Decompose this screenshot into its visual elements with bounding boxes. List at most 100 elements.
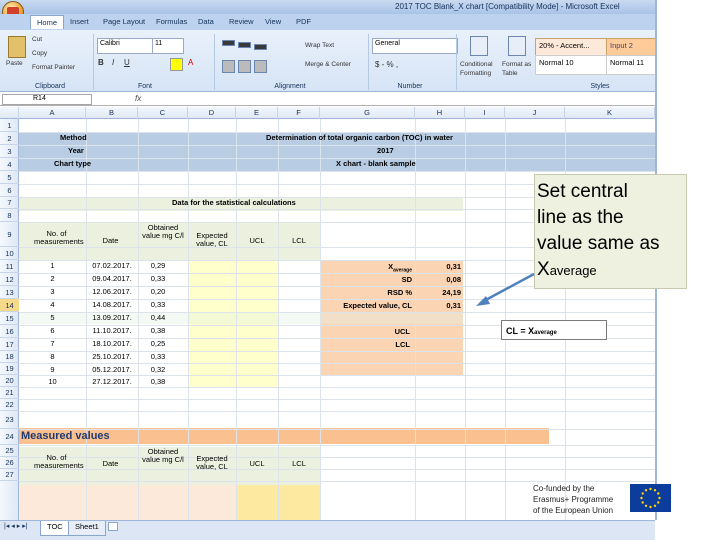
bold-icon[interactable]: B <box>98 58 104 67</box>
row-header[interactable]: 6 <box>0 184 19 197</box>
measurement-value[interactable]: 0,29 <box>138 261 178 270</box>
measurement-value[interactable]: 0,20 <box>138 287 178 296</box>
underline-icon[interactable]: U <box>124 58 130 67</box>
measurement-no[interactable]: 1 <box>19 261 86 270</box>
font-size-select[interactable]: 11 <box>152 38 184 54</box>
row-header[interactable]: 24 <box>0 429 19 445</box>
tab-home[interactable]: Home <box>30 15 65 29</box>
measurement-date[interactable]: 12.06.2017. <box>86 287 138 296</box>
format-as-table-button[interactable]: Format as Table <box>502 60 534 78</box>
measurement-no[interactable]: 4 <box>19 300 86 309</box>
style-normal-10[interactable]: Normal 10 <box>535 55 611 75</box>
measurement-value[interactable]: 0,32 <box>138 365 178 374</box>
measurement-date[interactable]: 09.04.2017. <box>86 274 138 283</box>
measurement-value[interactable]: 0,38 <box>138 377 178 386</box>
measurement-date[interactable]: 11.10.2017. <box>86 326 138 335</box>
row-header[interactable]: 18 <box>0 351 19 363</box>
format-painter-button[interactable]: Format Painter <box>32 64 75 71</box>
measurement-value[interactable]: 0,38 <box>138 326 178 335</box>
paste-icon[interactable] <box>8 36 26 58</box>
row-header[interactable]: 22 <box>0 399 19 411</box>
sheet-tab-toc[interactable]: TOC <box>40 521 70 536</box>
measurement-value[interactable]: 0,33 <box>138 352 178 361</box>
column-header[interactable]: D <box>188 107 236 119</box>
insert-sheet-icon[interactable] <box>108 522 118 531</box>
align-left-icon[interactable] <box>222 60 235 73</box>
tab-pdf[interactable]: PDF <box>296 17 311 26</box>
fx-icon[interactable]: fx <box>135 94 141 103</box>
measurement-no[interactable]: 8 <box>19 352 86 361</box>
measurement-value[interactable]: 0,44 <box>138 313 178 322</box>
align-right-icon[interactable] <box>254 60 267 73</box>
row-header[interactable]: 4 <box>0 158 19 171</box>
measurement-no[interactable]: 5 <box>19 313 86 322</box>
row-header[interactable]: 15 <box>0 312 19 325</box>
conditional-formatting-icon[interactable] <box>470 36 488 56</box>
column-header[interactable]: K <box>565 107 655 119</box>
row-header[interactable]: 20 <box>0 375 19 387</box>
tab-insert[interactable]: Insert <box>70 17 89 26</box>
wrap-text-button[interactable]: Wrap Text <box>305 42 334 49</box>
font-name-select[interactable]: Calibri <box>97 38 155 54</box>
font-color-icon[interactable]: A <box>188 58 193 67</box>
row-header[interactable]: 7 <box>0 197 19 209</box>
align-center-icon[interactable] <box>238 60 251 73</box>
row-header[interactable]: 13 <box>0 286 19 299</box>
column-header[interactable]: H <box>415 107 465 119</box>
measurement-date[interactable]: 27.12.2017. <box>86 377 138 386</box>
column-header[interactable]: A <box>19 107 86 119</box>
row-header[interactable]: 2 <box>0 132 19 145</box>
measurement-date[interactable]: 05.12.2017. <box>86 365 138 374</box>
tab-data[interactable]: Data <box>198 17 214 26</box>
tab-formulas[interactable]: Formulas <box>156 17 187 26</box>
conditional-formatting-button[interactable]: Conditional Formatting <box>460 60 500 78</box>
copy-button[interactable]: Copy <box>32 50 47 57</box>
fill-color-icon[interactable] <box>170 58 183 71</box>
row-header[interactable]: 3 <box>0 145 19 158</box>
measurement-no[interactable]: 6 <box>19 326 86 335</box>
measurement-value[interactable]: 0,33 <box>138 274 178 283</box>
column-header[interactable]: G <box>320 107 415 119</box>
measurement-value[interactable]: 0,25 <box>138 339 178 348</box>
column-header[interactable]: E <box>236 107 278 119</box>
row-header[interactable]: 17 <box>0 338 19 351</box>
number-format-select[interactable]: General <box>372 38 458 54</box>
measurement-date[interactable]: 07.02.2017. <box>86 261 138 270</box>
sheet-nav-icon[interactable]: |◂ ◂ ▸ ▸| <box>4 523 28 531</box>
row-header[interactable]: 10 <box>0 247 19 260</box>
italic-icon[interactable]: I <box>112 58 114 67</box>
align-bottom-icon[interactable] <box>254 44 267 50</box>
name-box[interactable]: R14 <box>2 94 92 105</box>
measurement-value[interactable]: 0,33 <box>138 300 178 309</box>
row-header[interactable]: 8 <box>0 209 19 222</box>
row-header[interactable]: 25 <box>0 445 19 457</box>
row-header[interactable]: 5 <box>0 171 19 184</box>
row-header[interactable]: 11 <box>0 260 19 273</box>
row-header[interactable]: 23 <box>0 411 19 429</box>
tab-review[interactable]: Review <box>229 17 254 26</box>
measurement-no[interactable]: 2 <box>19 274 86 283</box>
row-header[interactable]: 16 <box>0 325 19 338</box>
select-all-corner[interactable] <box>0 107 19 119</box>
measurement-no[interactable]: 3 <box>19 287 86 296</box>
measurement-no[interactable]: 10 <box>19 377 86 386</box>
format-as-table-icon[interactable] <box>508 36 526 56</box>
formula-bar[interactable] <box>0 93 720 106</box>
row-header[interactable]: 26 <box>0 457 19 469</box>
row-header[interactable]: 14 <box>0 299 19 312</box>
row-header[interactable]: 19 <box>0 363 19 375</box>
column-header[interactable]: F <box>278 107 320 119</box>
measurement-date[interactable]: 25.10.2017. <box>86 352 138 361</box>
row-header[interactable]: 1 <box>0 119 19 132</box>
measurement-date[interactable]: 18.10.2017. <box>86 339 138 348</box>
paste-label[interactable]: Paste <box>6 60 23 67</box>
merge-center-button[interactable]: Merge & Center <box>305 61 351 68</box>
column-header[interactable]: C <box>138 107 188 119</box>
column-header[interactable]: I <box>465 107 505 119</box>
measurement-no[interactable]: 7 <box>19 339 86 348</box>
currency-icon[interactable]: $ - % , <box>375 60 398 69</box>
measurement-no[interactable]: 9 <box>19 365 86 374</box>
sheet-tab-sheet1[interactable]: Sheet1 <box>68 521 106 536</box>
column-header[interactable]: B <box>86 107 138 119</box>
row-header[interactable]: 12 <box>0 273 19 286</box>
